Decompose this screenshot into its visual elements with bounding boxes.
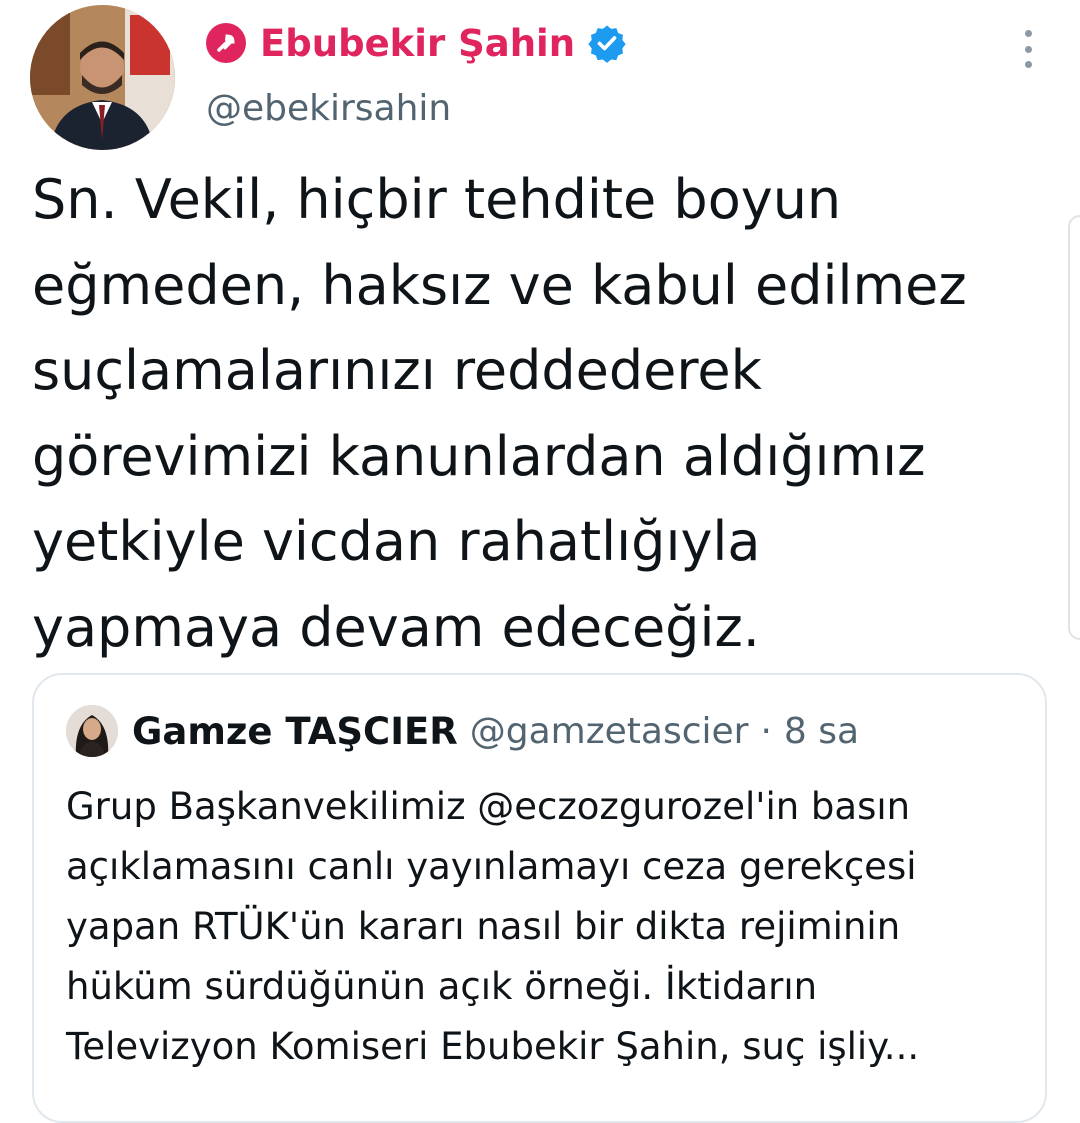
tweet-text-line: görevimizi kanunlardan aldığımız xyxy=(32,424,926,488)
author-avatar[interactable] xyxy=(30,5,175,150)
quoted-tweet-header: Gamze TAŞCIER @gamzetascier · 8 sa xyxy=(66,705,859,757)
author-handle[interactable]: @ebekirsahin xyxy=(206,88,451,129)
verified-check-icon xyxy=(587,22,629,64)
quoted-tweet-card[interactable]: Gamze TAŞCIER @gamzetascier · 8 sa Grup … xyxy=(32,673,1047,1123)
tweet-text-line: yetkiyle vicdan rahatlığıyla xyxy=(32,510,761,573)
tweet-text-line: suçlamalarınızı reddederek xyxy=(32,339,762,402)
more-options-icon[interactable] xyxy=(1010,24,1046,74)
quoted-tweet-time[interactable]: 8 sa xyxy=(784,711,859,752)
quoted-author-handle[interactable]: @gamzetascier xyxy=(470,711,749,752)
side-edge-handle xyxy=(1068,215,1080,640)
quoted-text-line: hüküm sürdüğünün açık örneği. İktidarın xyxy=(66,965,818,1008)
more-dot xyxy=(1024,30,1032,37)
author-display-name[interactable]: Ebubekir Şahin xyxy=(260,22,575,65)
quoted-text-line: Televizyon Komiseri Ebubekir Şahin, suç … xyxy=(66,1025,920,1068)
tweet-text: Sn. Vekil, hiçbir tehdite boyun eğmeden,… xyxy=(32,157,1052,670)
separator-dot: · xyxy=(760,710,772,752)
tweet-text-line: eğmeden, haksız ve kabul edilmez xyxy=(32,253,967,317)
more-dot xyxy=(1024,45,1032,53)
tweet-text-line: Sn. Vekil, hiçbir tehdite boyun xyxy=(32,168,842,231)
quoted-author-display-name[interactable]: Gamze TAŞCIER xyxy=(132,710,458,753)
quoted-text-line: Grup Başkanvekilimiz @eczozgurozel'in ba… xyxy=(66,785,911,828)
quoted-text-line: yapan RTÜK'ün kararı nasıl bir dikta rej… xyxy=(66,905,901,948)
tweet-card: Ebubekir Şahin @ebekirsahin Sn. Vekil, h… xyxy=(0,0,1080,1123)
quoted-author-avatar[interactable] xyxy=(66,705,118,757)
quoted-text-line: açıklamasını canlı yayınlamayı ceza gere… xyxy=(66,845,917,888)
more-dot xyxy=(1024,61,1032,68)
government-affiliated-badge-icon xyxy=(206,23,246,63)
quoted-tweet-text: Grup Başkanvekilimiz @eczozgurozel'in ba… xyxy=(66,777,1026,1077)
tweet-text-line: yapmaya devam edeceğiz. xyxy=(32,595,760,659)
author-name-row: Ebubekir Şahin xyxy=(206,18,629,68)
